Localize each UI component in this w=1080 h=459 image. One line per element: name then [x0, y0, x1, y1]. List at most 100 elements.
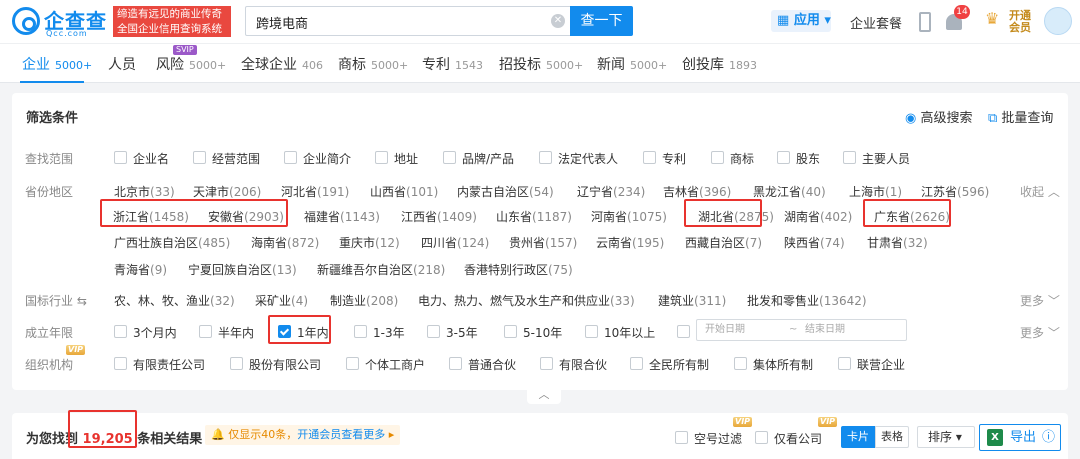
avatar[interactable] — [1044, 7, 1072, 35]
tab-global-company[interactable]: 全球企业 406 — [241, 54, 323, 74]
collapse-toggle[interactable]: 收起 ︿ — [1020, 183, 1060, 200]
scope-company-intro[interactable]: 企业简介 — [284, 150, 351, 167]
upgrade-link[interactable]: 开通会员查看更多 — [297, 428, 385, 441]
search-input-value[interactable]: 跨境电商 — [256, 13, 308, 32]
province-item[interactable]: 内蒙古自治区(54) — [457, 183, 554, 200]
logo-icon[interactable] — [12, 7, 40, 35]
province-item[interactable]: 香港特别行政区(75) — [464, 261, 573, 278]
province-item[interactable]: 山西省(101) — [370, 183, 438, 200]
scope-patent[interactable]: 专利 — [643, 150, 686, 167]
date-range-picker[interactable]: 开始日期 ~ 结束日期 — [696, 319, 907, 341]
founded-1-3-years[interactable]: 1-3年 — [354, 324, 405, 341]
industry-construction[interactable]: 建筑业(311) — [658, 292, 726, 309]
industry-agriculture[interactable]: 农、林、牧、渔业(32) — [114, 292, 235, 309]
province-item[interactable]: 辽宁省(234) — [577, 183, 645, 200]
province-item[interactable]: 陕西省(74) — [784, 234, 845, 251]
scope-business-range[interactable]: 经营范围 — [193, 150, 260, 167]
province-item[interactable]: 湖南省(402) — [784, 208, 852, 225]
founded-5-10-years[interactable]: 5-10年 — [504, 324, 562, 341]
province-item[interactable]: 西藏自治区(7) — [685, 234, 762, 251]
province-item[interactable]: 宁夏回族自治区(13) — [188, 261, 297, 278]
scope-legal-rep[interactable]: 法定代表人 — [539, 150, 618, 167]
org-state-owned[interactable]: 全民所有制 — [630, 356, 709, 373]
org-joint-stock[interactable]: 股份有限公司 — [230, 356, 321, 373]
province-item[interactable]: 云南省(195) — [596, 234, 664, 251]
clear-icon[interactable]: ✕ — [551, 14, 565, 28]
mobile-phone-icon[interactable] — [919, 12, 931, 32]
advanced-search-link[interactable]: ◉ 高级搜索 — [905, 107, 973, 126]
tab-patent[interactable]: 专利 1543 — [422, 54, 483, 74]
org-joint-venture[interactable]: 联营企业 — [838, 356, 905, 373]
card-view-button[interactable]: 卡片 — [841, 426, 875, 448]
province-item[interactable]: 黑龙江省(40) — [753, 183, 826, 200]
tab-risk[interactable]: 风险 5000+ — [156, 54, 226, 74]
batch-query-link[interactable]: ⧉ 批量查询 — [988, 107, 1053, 126]
province-item[interactable]: 四川省(124) — [421, 234, 489, 251]
founded-more[interactable]: 更多 ﹀ — [1020, 324, 1060, 341]
app-menu-button[interactable]: ▦ 应用 ▾ — [771, 10, 831, 32]
province-item[interactable]: 贵州省(157) — [509, 234, 577, 251]
industry-more[interactable]: 更多 ﹀ — [1020, 292, 1060, 309]
table-view-button[interactable]: 表格 — [875, 426, 909, 448]
export-button[interactable]: X 导出 ⓘ — [979, 424, 1061, 451]
province-name: 山西省 — [370, 185, 407, 199]
tab-venture[interactable]: 创投库 1893 — [682, 54, 757, 74]
highlight-box-zhejiang-anhui — [100, 199, 288, 227]
province-item[interactable]: 山东省(1187) — [496, 208, 572, 225]
province-item[interactable]: 江苏省(596) — [921, 183, 989, 200]
province-item[interactable]: 北京市(33) — [114, 183, 175, 200]
founded-10-plus-years[interactable]: 10年以上 — [585, 324, 655, 341]
province-count: (402) — [820, 210, 853, 224]
province-item[interactable]: 吉林省(396) — [663, 183, 731, 200]
search-input[interactable]: 跨境电商 ✕ — [245, 6, 571, 36]
province-item[interactable]: 江西省(1409) — [401, 208, 477, 225]
org-general-partnership[interactable]: 普通合伙 — [449, 356, 516, 373]
founded-3-months[interactable]: 3个月内 — [114, 324, 177, 341]
org-llc[interactable]: 有限责任公司 — [114, 356, 205, 373]
industry-utilities[interactable]: 电力、热力、燃气及水生产和供应业(33) — [418, 292, 635, 309]
founded-half-year[interactable]: 半年内 — [199, 324, 254, 341]
province-item[interactable]: 河北省(191) — [281, 183, 349, 200]
province-item[interactable]: 新疆维吾尔自治区(218) — [317, 261, 445, 278]
industry-wholesale-retail[interactable]: 批发和零售业(13642) — [747, 292, 867, 309]
industry-mining[interactable]: 采矿业(4) — [255, 292, 308, 309]
province-item[interactable]: 上海市(1) — [849, 183, 902, 200]
tab-company[interactable]: 企业 5000+ — [22, 54, 92, 74]
enterprise-package-link[interactable]: 企业套餐 — [850, 13, 902, 32]
vip-upgrade-button[interactable]: ♛ 开通 会员 — [985, 10, 1031, 34]
province-item[interactable]: 福建省(1143) — [304, 208, 380, 225]
org-collective[interactable]: 集体所有制 — [734, 356, 813, 373]
tab-bidding[interactable]: 招投标 5000+ — [499, 54, 583, 74]
start-date-field[interactable]: 开始日期 — [705, 320, 745, 340]
province-item[interactable]: 青海省(9) — [114, 261, 167, 278]
province-item[interactable]: 河南省(1075) — [591, 208, 667, 225]
end-date-field[interactable]: 结束日期 — [805, 320, 845, 340]
province-item[interactable]: 海南省(872) — [251, 234, 319, 251]
province-item[interactable]: 天津市(206) — [193, 183, 261, 200]
scope-address[interactable]: 地址 — [375, 150, 418, 167]
scope-shareholder[interactable]: 股东 — [777, 150, 820, 167]
vip-notice[interactable]: 🔔 仅显示40条，开通会员查看更多 ▸ — [205, 425, 401, 445]
province-item[interactable]: 甘肃省(32) — [867, 234, 928, 251]
only-company-filter[interactable]: 仅看公司 — [755, 430, 822, 447]
tab-trademark[interactable]: 商标 5000+ — [338, 54, 408, 74]
org-limited-partnership[interactable]: 有限合伙 — [540, 356, 607, 373]
org-individual[interactable]: 个体工商户 — [346, 356, 425, 373]
panel-collapse-tab[interactable]: ︿ — [527, 386, 561, 404]
scope-company-name[interactable]: 企业名 — [114, 150, 169, 167]
industry-count: (208) — [366, 294, 399, 308]
scope-brand[interactable]: 品牌/产品 — [443, 150, 514, 167]
tab-news[interactable]: 新闻 5000+ — [597, 54, 667, 74]
tab-people[interactable]: 人员 — [108, 54, 136, 74]
founded-3-5-years[interactable]: 3-5年 — [427, 324, 478, 341]
slogan-line-2: 全国企业信用查询系统 — [117, 23, 222, 35]
search-button[interactable]: 查一下 — [570, 6, 633, 36]
industry-manufacturing[interactable]: 制造业(208) — [330, 292, 398, 309]
province-count: (234) — [613, 185, 646, 199]
sort-dropdown[interactable]: 排序 ▾ — [917, 426, 975, 448]
province-item[interactable]: 广西壮族自治区(485) — [114, 234, 230, 251]
scope-trademark[interactable]: 商标 — [711, 150, 754, 167]
scope-key-personnel[interactable]: 主要人员 — [843, 150, 910, 167]
province-item[interactable]: 重庆市(12) — [339, 234, 400, 251]
empty-number-filter[interactable]: 空号过滤 — [675, 430, 742, 447]
